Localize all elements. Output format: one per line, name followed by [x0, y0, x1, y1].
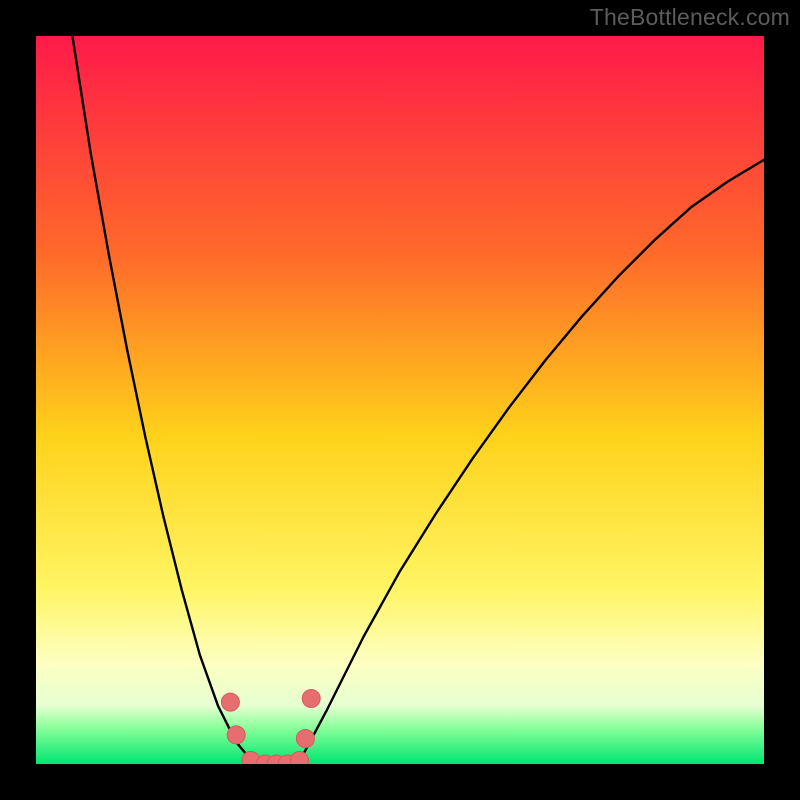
outer-frame: TheBottleneck.com [0, 0, 800, 800]
watermark-text: TheBottleneck.com [590, 4, 790, 31]
data-point-marker [302, 690, 320, 708]
data-point-marker [227, 726, 245, 744]
data-point-marker [221, 693, 239, 711]
plot-area [36, 36, 764, 764]
data-point-markers [36, 36, 764, 764]
data-point-marker [296, 730, 314, 748]
data-point-marker [291, 751, 309, 764]
